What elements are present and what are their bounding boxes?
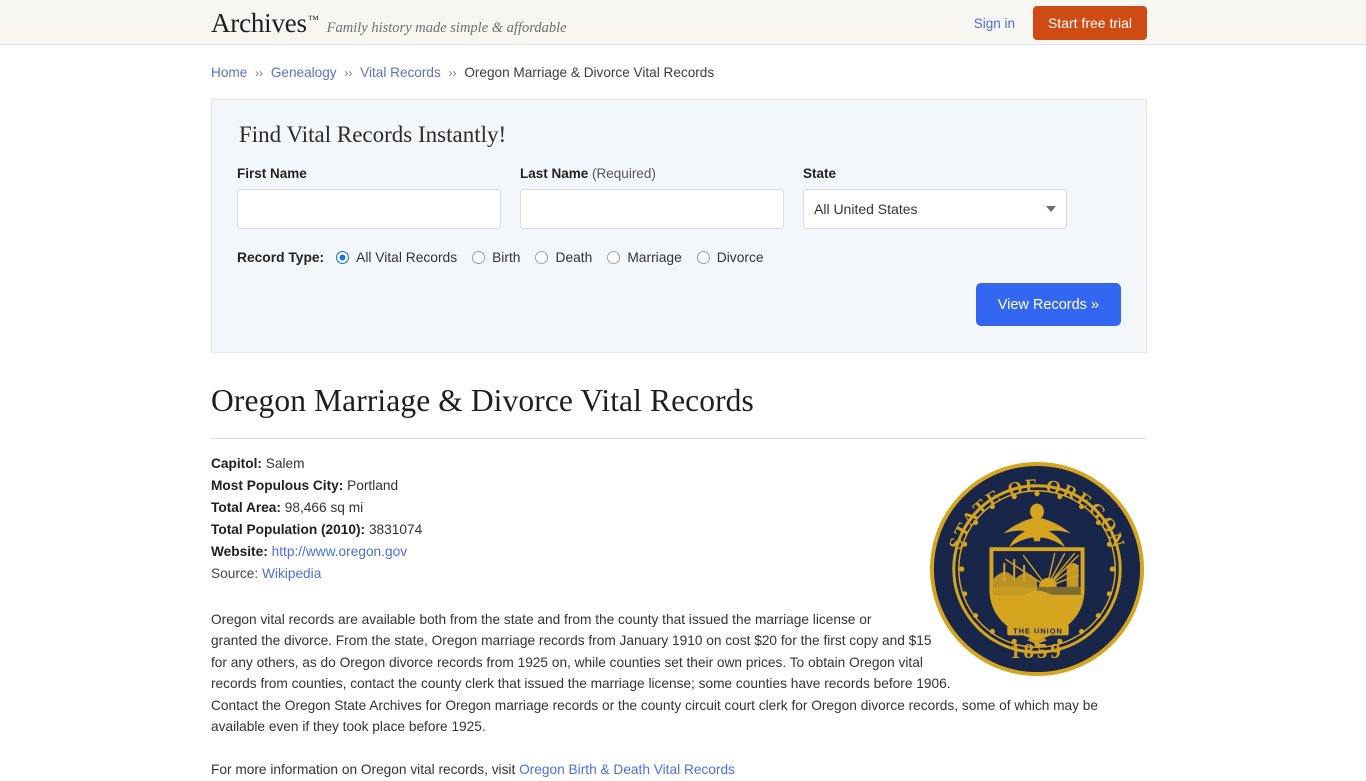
site-header: Archives ™ Family history made simple & … [0,0,1366,45]
state-select[interactable]: All United States [803,189,1067,229]
footer-text: For more information on Oregon vital rec… [211,762,520,778]
radio-icon-birth[interactable] [472,251,486,264]
state-field-group: State All United States [803,166,1067,229]
radio-icon-death[interactable] [535,251,549,264]
title-divider [211,438,1146,439]
radio-label-death: Death [555,250,593,265]
search-fields-row: First Name Last Name (Required) State Al… [237,166,1121,229]
search-panel: Find Vital Records Instantly! First Name… [211,99,1147,353]
state-label: State [803,166,837,181]
last-name-field-group: Last Name (Required) [520,166,784,229]
first-name-label: First Name [237,166,307,181]
radio-label-birth: Birth [492,250,521,265]
breadcrumb-item-home[interactable]: Home [211,65,247,80]
last-name-label-text: Last Name [520,166,589,181]
article-footer-line: For more information on Oregon vital rec… [211,759,1146,780]
oregon-state-seal: STATE OF OREGON 1859 THE UNION [928,460,1146,678]
oregon-birth-death-link[interactable]: Oregon Birth & Death Vital Records [519,762,735,777]
breadcrumb-separator: ›› [344,66,353,80]
breadcrumb-separator: ›› [448,66,457,80]
brand-name: Archives [211,8,307,38]
radio-label-marriage: Marriage [627,250,682,265]
radio-label-all-vital-records: All Vital Records [356,250,458,265]
last-name-label: Last Name (Required) [520,166,784,181]
breadcrumb-item-genealogy[interactable]: Genealogy [271,65,337,80]
start-free-trial-button[interactable]: Start free trial [1032,6,1147,40]
breadcrumb-item-current: Oregon Marriage & Divorce Vital Records [464,65,715,80]
fact-key: Most Populous City: [211,478,344,493]
trademark-icon: ™ [307,14,319,26]
last-name-required-note: (Required) [592,166,656,181]
fact-key: Capitol: [211,456,262,471]
page-title: Oregon Marriage & Divorce Vital Records [211,383,754,418]
header-actions: Sign in Start free trial [974,6,1147,40]
radio-all-vital-records[interactable]: All Vital Records [336,250,457,265]
fact-key: Website: [211,544,268,559]
radio-death[interactable]: Death [535,250,592,265]
fact-value: 3831074 [368,522,423,537]
first-name-input[interactable] [237,189,501,229]
breadcrumb-item-vital-records[interactable]: Vital Records [360,65,441,80]
article-content: STATE OF OREGON 1859 THE UNION Capitol: … [211,453,1146,781]
page-container: Home ›› Genealogy ›› Vital Records ›› Or… [0,45,1366,781]
fact-value: 98,466 sq mi [284,500,364,515]
state-select-value: All United States [814,201,918,217]
state-select-wrapper: All United States [803,189,1067,229]
source-label: Source: [211,566,259,581]
state-seal-icon: STATE OF OREGON 1859 THE UNION [929,461,1145,677]
radio-birth[interactable]: Birth [472,250,520,265]
website-link[interactable]: http://www.oregon.gov [272,544,407,559]
fact-value: Portland [347,478,399,493]
radio-divorce[interactable]: Divorce [696,250,764,265]
search-submit-row: View Records » [237,283,1121,326]
last-name-input[interactable] [520,189,784,229]
first-name-field-group: First Name [237,166,501,229]
wikipedia-link[interactable]: Wikipedia [262,566,321,581]
radio-icon-divorce[interactable] [696,251,710,264]
fact-key: Total Area: [211,500,281,515]
radio-label-divorce: Divorce [716,250,764,265]
breadcrumb-separator: ›› [255,66,264,80]
radio-icon-all-vital-records[interactable] [336,251,350,264]
radio-marriage[interactable]: Marriage [607,250,682,265]
brand-logo[interactable]: Archives ™ Family history made simple & … [211,8,567,39]
record-type-row: Record Type: All Vital Records Birth Dea… [237,250,1121,265]
view-records-button[interactable]: View Records » [975,283,1121,326]
search-panel-title: Find Vital Records Instantly! [239,122,507,147]
sign-in-link[interactable]: Sign in [974,16,1015,31]
fact-key: Total Population (2010): [211,522,366,537]
breadcrumb: Home ›› Genealogy ›› Vital Records ›› Or… [211,45,1146,82]
brand-tagline: Family history made simple & affordable [326,20,567,36]
fact-value: Salem [265,456,305,471]
radio-icon-marriage[interactable] [607,251,621,264]
record-type-label: Record Type: [237,250,325,265]
